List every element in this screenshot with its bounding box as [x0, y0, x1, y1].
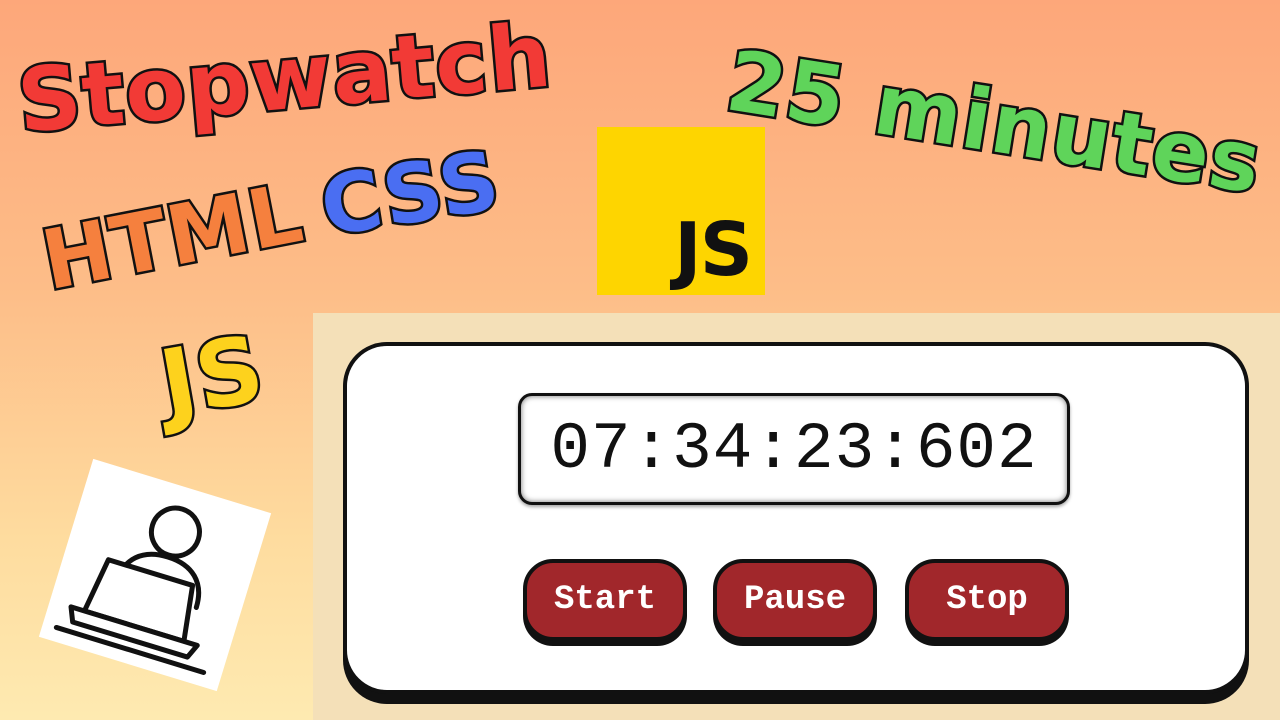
person-at-laptop-icon	[38, 458, 272, 692]
stop-button[interactable]: Stop	[905, 559, 1069, 641]
pause-button[interactable]: Pause	[713, 559, 877, 641]
person-at-laptop-drawing	[53, 505, 207, 675]
javascript-logo: JS	[597, 127, 765, 295]
html-title: HTML	[32, 163, 313, 311]
time-display: 07:34:23:602	[518, 393, 1070, 505]
javascript-logo-text: JS	[674, 207, 753, 293]
duration-title: 25 minutes	[718, 29, 1271, 215]
css-title: CSS	[312, 131, 509, 258]
start-button[interactable]: Start	[523, 559, 687, 641]
js-title: JS	[150, 313, 275, 441]
stopwatch-title: Stopwatch	[11, 1, 558, 155]
